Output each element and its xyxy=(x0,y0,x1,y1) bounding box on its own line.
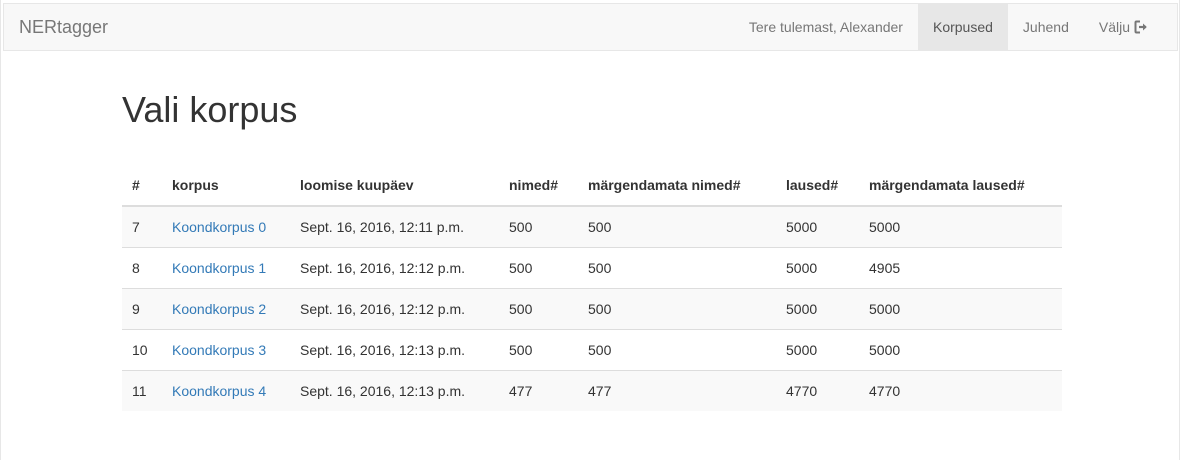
cell-id: 10 xyxy=(122,328,162,370)
cell-id: 11 xyxy=(122,369,162,411)
nav-logout-label: Välju xyxy=(1098,19,1130,35)
sign-out-icon xyxy=(1134,20,1147,34)
cell-untagged-sentences: 4770 xyxy=(859,369,1062,411)
cell-names: 477 xyxy=(499,369,578,411)
column-header-untagged-names: märgendamata nimed# xyxy=(578,165,776,207)
cell-untagged-sentences: 4905 xyxy=(859,246,1062,288)
cell-sentences: 5000 xyxy=(776,287,859,329)
cell-untagged-names: 500 xyxy=(578,328,776,370)
cell-created: Sept. 16, 2016, 12:13 p.m. xyxy=(290,328,499,370)
column-header-corpus: korpus xyxy=(162,165,290,207)
cell-sentences: 5000 xyxy=(776,328,859,370)
cell-created: Sept. 16, 2016, 12:13 p.m. xyxy=(290,369,499,411)
cell-untagged-names: 500 xyxy=(578,246,776,288)
page: NERtagger Tere tulemast, Alexander Korpu… xyxy=(0,0,1180,460)
cell-sentences: 5000 xyxy=(776,246,859,288)
cell-untagged-sentences: 5000 xyxy=(869,218,901,235)
cell-names: 500 xyxy=(499,246,578,288)
cell-corpus: Koondkorpus 3 xyxy=(162,328,290,370)
column-header-untagged-sentences: märgendamata laused# xyxy=(859,165,1062,207)
corpus-link[interactable]: Koondkorpus 1 xyxy=(172,260,266,276)
cell-created: Sept. 16, 2016, 12:12 p.m. xyxy=(290,246,499,288)
corpus-link[interactable]: Koondkorpus 3 xyxy=(172,342,266,358)
column-header-names: nimed# xyxy=(499,165,578,207)
cell-id: 8 xyxy=(122,246,162,288)
cell-id: 7 xyxy=(132,218,140,235)
nav-korpused-label: Korpused xyxy=(932,19,993,35)
cell-untagged-names: 477 xyxy=(578,369,776,411)
corpus-link[interactable]: Koondkorpus 0 xyxy=(172,219,266,235)
nav-juhend[interactable]: Juhend xyxy=(1008,4,1084,50)
corpus-link[interactable]: Koondkorpus 2 xyxy=(172,301,266,317)
page-title: Vali korpus xyxy=(122,89,298,130)
cell-names: 500 xyxy=(509,218,533,235)
nav-logout[interactable]: Välju xyxy=(1084,4,1163,50)
cell-untagged-sentences: 5000 xyxy=(859,287,1062,329)
column-header-id: # xyxy=(122,165,162,207)
cell-id: 9 xyxy=(122,287,162,329)
cell-untagged-sentences: 5000 xyxy=(859,328,1062,370)
table-row: 11 Koondkorpus 4 Sept. 16, 2016, 12:13 p… xyxy=(122,369,1062,411)
cell-sentences: 4770 xyxy=(776,369,859,411)
cell-created: Sept. 16, 2016, 12:12 p.m. xyxy=(290,287,499,329)
cell-created: Sept. 16, 2016, 12:11 p.m. xyxy=(300,218,464,235)
corpus-link[interactable]: Koondkorpus 4 xyxy=(172,383,266,399)
cell-corpus: Koondkorpus 0 xyxy=(162,206,290,247)
column-header-created: loomise kuupäev xyxy=(290,165,499,207)
nav-korpused[interactable]: Korpused xyxy=(917,4,1008,50)
table-header-row: # korpus loomise kuupäev nimed# märgenda… xyxy=(122,165,1062,207)
welcome-text: Tere tulemast, Alexander xyxy=(748,19,903,35)
cell-names: 500 xyxy=(499,287,578,329)
cell-corpus: Koondkorpus 4 xyxy=(162,369,290,411)
cell-untagged-names: 500 xyxy=(578,287,776,329)
table-row: 9 Koondkorpus 2 Sept. 16, 2016, 12:12 p.… xyxy=(122,287,1062,329)
cell-names: 500 xyxy=(499,328,578,370)
table-row: 10 Koondkorpus 3 Sept. 16, 2016, 12:13 p… xyxy=(122,328,1062,370)
cell-untagged-names: 500 xyxy=(588,218,612,235)
cell-corpus: Koondkorpus 1 xyxy=(162,246,290,288)
table-row: 8 Koondkorpus 1 Sept. 16, 2016, 12:12 p.… xyxy=(122,246,1062,288)
corpus-table: # korpus loomise kuupäev nimed# märgenda… xyxy=(122,165,1062,411)
column-header-sentences: laused# xyxy=(776,165,859,207)
navbar: NERtagger Tere tulemast, Alexander Korpu… xyxy=(3,3,1178,51)
nav-menu: Tere tulemast, Alexander Korpused Juhend… xyxy=(734,4,1177,50)
cell-sentences: 5000 xyxy=(786,218,818,235)
table-row: 7 Koondkorpus 0 Sept. 16, 2016, 12:11 p.… xyxy=(122,206,1062,247)
cell-corpus: Koondkorpus 2 xyxy=(162,287,290,329)
main-content: Vali korpus # korpus loomise kuupäev nim… xyxy=(122,88,1062,411)
brand-link[interactable]: NERtagger xyxy=(4,3,108,51)
nav-juhend-label: Juhend xyxy=(1022,19,1069,35)
